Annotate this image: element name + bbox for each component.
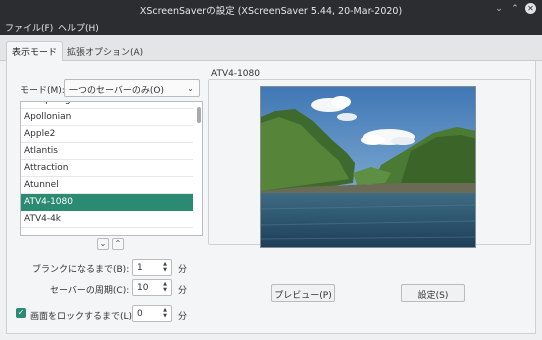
minimize-icon[interactable]: ⌄: [494, 4, 504, 14]
blank-after-value: 1: [137, 263, 143, 273]
preview-button[interactable]: プレビュー(P): [271, 284, 335, 302]
blank-after-unit: 分: [178, 265, 188, 275]
lock-unit: 分: [178, 312, 188, 322]
maximize-icon[interactable]: ⌃: [510, 4, 520, 14]
preview-title: ATV4-1080: [211, 69, 260, 79]
chevron-down-icon: ⌄: [187, 84, 194, 93]
tab-strip: 表示モード 拡張オプション(A): [0, 35, 542, 62]
menu-bar: ファイル(F) ヘルプ(H): [0, 18, 542, 35]
list-item[interactable]: Atunnel: [21, 177, 193, 194]
cycle-label: セーバーの周期(C):: [50, 286, 130, 296]
close-icon[interactable]: ✕: [525, 3, 536, 14]
tab-display-mode[interactable]: 表示モード: [6, 41, 64, 62]
menu-help[interactable]: ヘルプ(H): [58, 21, 99, 34]
landscape-image: [261, 87, 475, 247]
list-up-button[interactable]: ⌃: [112, 238, 124, 250]
lock-label: 画面をロックするまで(L):: [30, 312, 136, 322]
preview-image: [260, 86, 476, 248]
lock-checkbox[interactable]: ✓: [16, 308, 26, 318]
settings-button[interactable]: 設定(S): [401, 284, 465, 302]
title-bar: XScreenSaverの設定 (XScreenSaver 5.44, 20-M…: [0, 0, 542, 18]
spin-arrows-icon[interactable]: ▲ ▼: [161, 281, 169, 293]
cycle-value: 10: [137, 283, 149, 293]
menu-file[interactable]: ファイル(F): [5, 21, 53, 34]
spin-arrows-icon[interactable]: ▲ ▼: [161, 261, 169, 273]
saver-list[interactable]: AntSpotlight Apollonian Apple2 Atlantis …: [20, 101, 203, 236]
list-item-selected[interactable]: ATV4-1080: [21, 194, 193, 211]
mode-select-value: 一つのセーバーのみ(O): [69, 86, 165, 96]
mode-label: モード(M):: [20, 86, 65, 96]
blank-after-label: ブランクになるまで(B):: [32, 265, 130, 275]
lock-value: 0: [137, 309, 143, 319]
list-item[interactable]: Atlantis: [21, 143, 193, 160]
spin-arrows-icon[interactable]: ▲ ▼: [161, 307, 169, 319]
list-item[interactable]: Attraction: [21, 160, 193, 177]
lock-input[interactable]: 0 ▲ ▼: [132, 305, 172, 322]
list-scrollbar[interactable]: [197, 107, 201, 123]
list-item[interactable]: Apple2: [21, 126, 193, 143]
cycle-input[interactable]: 10 ▲ ▼: [132, 279, 172, 296]
window-title: XScreenSaverの設定 (XScreenSaver 5.44, 20-M…: [139, 6, 403, 17]
list-item[interactable]: Apollonian: [21, 109, 193, 126]
list-down-button[interactable]: ⌄: [97, 238, 109, 250]
cycle-unit: 分: [178, 286, 188, 296]
mode-select[interactable]: 一つのセーバーのみ(O) ⌄: [64, 79, 200, 97]
blank-after-input[interactable]: 1 ▲ ▼: [132, 259, 172, 276]
list-item[interactable]: ATV4-4k: [21, 211, 193, 228]
tab-advanced[interactable]: 拡張オプション(A): [62, 42, 148, 61]
list-item[interactable]: AntSpotlight: [21, 102, 193, 109]
